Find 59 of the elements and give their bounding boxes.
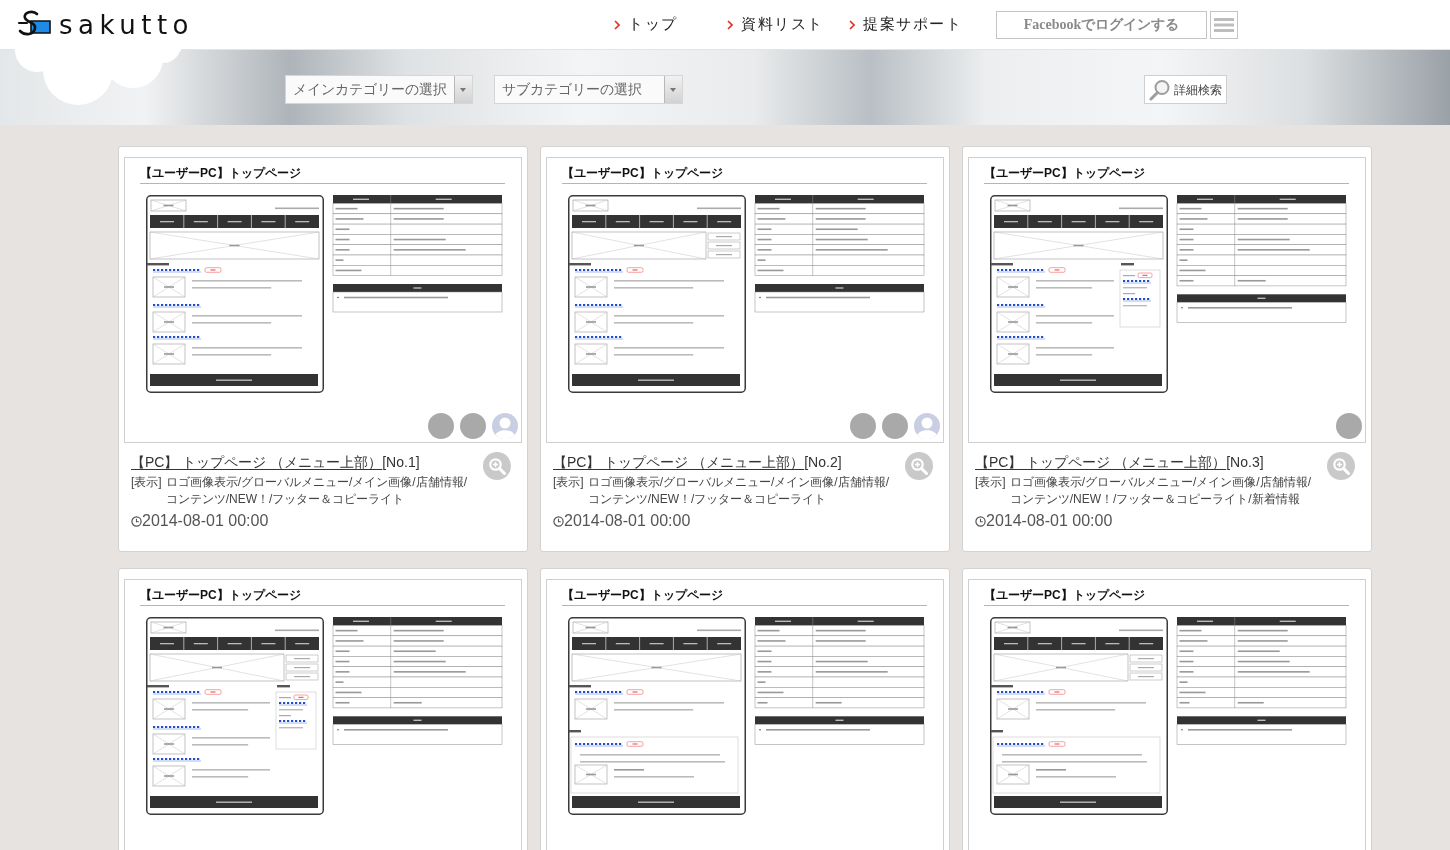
caret-down-icon bbox=[664, 76, 682, 103]
date-text: 2014-08-01 00:00 bbox=[142, 511, 269, 531]
thumbnail-preview[interactable]: 【ユーザーPC】トップページ bbox=[546, 579, 944, 850]
clock-icon bbox=[553, 515, 564, 527]
zoom-in-icon bbox=[910, 457, 928, 475]
nav-link[interactable]: 資料リスト bbox=[727, 13, 849, 36]
thumbnail-preview[interactable]: 【ユーザーPC】トップページ bbox=[968, 157, 1366, 443]
display-items-text: ロゴ画像表示/グローバルメニュー/メイン画像/店舗情報/コンテンツ/NEW！/フッター＆コピーライト bbox=[165, 474, 468, 508]
display-items-text: ロゴ画像表示/グローバルメニュー/メイン画像/店舗情報/コンテンツ/NEW！/フッター＆コピーライト bbox=[587, 474, 890, 508]
zoom-in-icon bbox=[488, 457, 506, 475]
category-select[interactable]: メインカテゴリーの選択 bbox=[285, 75, 473, 104]
display-label: [表示] bbox=[131, 474, 162, 491]
card-title-link[interactable]: 【PC】 トップページ （メニュー上部） bbox=[553, 454, 805, 470]
preview-title: 【ユーザーPC】トップページ bbox=[562, 166, 724, 180]
thumbnail-preview[interactable]: 【ユーザーPC】トップページ bbox=[124, 579, 522, 850]
facebook-login-button[interactable]: Facebookでログインする bbox=[996, 10, 1207, 39]
preview-title: 【ユーザーPC】トップページ bbox=[562, 588, 724, 602]
clock-icon bbox=[975, 515, 986, 527]
menu-button[interactable] bbox=[1210, 10, 1238, 39]
user-silhouette-icon bbox=[492, 413, 518, 439]
preview-title: 【ユーザーPC】トップページ bbox=[140, 588, 302, 602]
avatar-photo-placeholder bbox=[1336, 413, 1362, 439]
display-label: [表示] bbox=[553, 474, 584, 491]
preview-title: 【ユーザーPC】トップページ bbox=[984, 588, 1146, 602]
menu-icon bbox=[1214, 16, 1234, 33]
avatar-photo-placeholder bbox=[460, 413, 486, 439]
preview-title: 【ユーザーPC】トップページ bbox=[984, 166, 1146, 180]
search-icon bbox=[1149, 78, 1171, 101]
thumbnail-preview[interactable]: 【ユーザーPC】トップページ bbox=[124, 157, 522, 443]
item-number: [No.1] bbox=[382, 454, 420, 470]
thumbnail-preview[interactable]: 【ユーザーPC】トップページ bbox=[546, 157, 944, 443]
clock-icon bbox=[131, 515, 142, 527]
display-label: [表示] bbox=[975, 474, 1006, 491]
avatar-photo-placeholder bbox=[428, 413, 454, 439]
preview-title: 【ユーザーPC】トップページ bbox=[140, 166, 302, 180]
category-select[interactable]: サブカテゴリーの選択 bbox=[494, 75, 683, 104]
avatar-photo-placeholder bbox=[850, 413, 876, 439]
zoom-in-icon bbox=[1332, 457, 1350, 475]
item-number: [No.3] bbox=[1226, 454, 1264, 470]
nav-link[interactable]: トップ bbox=[614, 13, 727, 36]
logo-text[interactable]: sakutto bbox=[59, 11, 194, 38]
date-text: 2014-08-01 00:00 bbox=[564, 511, 691, 531]
nav-link[interactable]: 提案サポート bbox=[849, 13, 964, 36]
chevron-right-icon bbox=[614, 19, 620, 30]
card-title-link[interactable]: 【PC】 トップページ （メニュー上部） bbox=[131, 454, 383, 470]
detail-search-button[interactable]: 詳細検索 bbox=[1144, 75, 1227, 104]
zoom-button[interactable] bbox=[483, 452, 511, 480]
chevron-right-icon bbox=[849, 19, 855, 30]
zoom-button[interactable] bbox=[905, 452, 933, 480]
chevron-right-icon bbox=[727, 19, 733, 30]
avatar-photo-placeholder bbox=[882, 413, 908, 439]
display-items-text: ロゴ画像表示/グローバルメニュー/メイン画像/店舗情報/コンテンツ/NEW！/フッター＆コピーライト/新着情報 bbox=[1009, 474, 1312, 508]
card-title-link[interactable]: 【PC】 トップページ （メニュー上部） bbox=[975, 454, 1227, 470]
zoom-button[interactable] bbox=[1327, 452, 1355, 480]
thumbnail-preview[interactable]: 【ユーザーPC】トップページ bbox=[968, 579, 1366, 850]
caret-down-icon bbox=[454, 76, 472, 103]
user-silhouette-icon bbox=[914, 413, 940, 439]
date-text: 2014-08-01 00:00 bbox=[986, 511, 1113, 531]
item-number: [No.2] bbox=[804, 454, 842, 470]
